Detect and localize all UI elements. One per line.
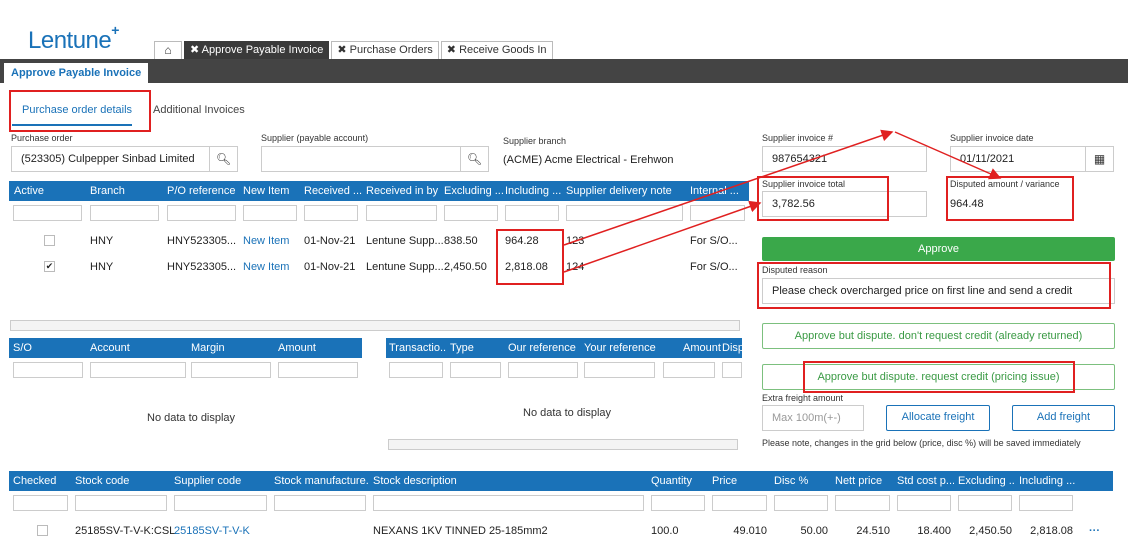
annotation-arrow xyxy=(563,129,894,246)
annotation-arrow xyxy=(563,200,762,273)
annotation-arrows xyxy=(563,129,1002,273)
annotation-arrow xyxy=(894,131,1002,180)
